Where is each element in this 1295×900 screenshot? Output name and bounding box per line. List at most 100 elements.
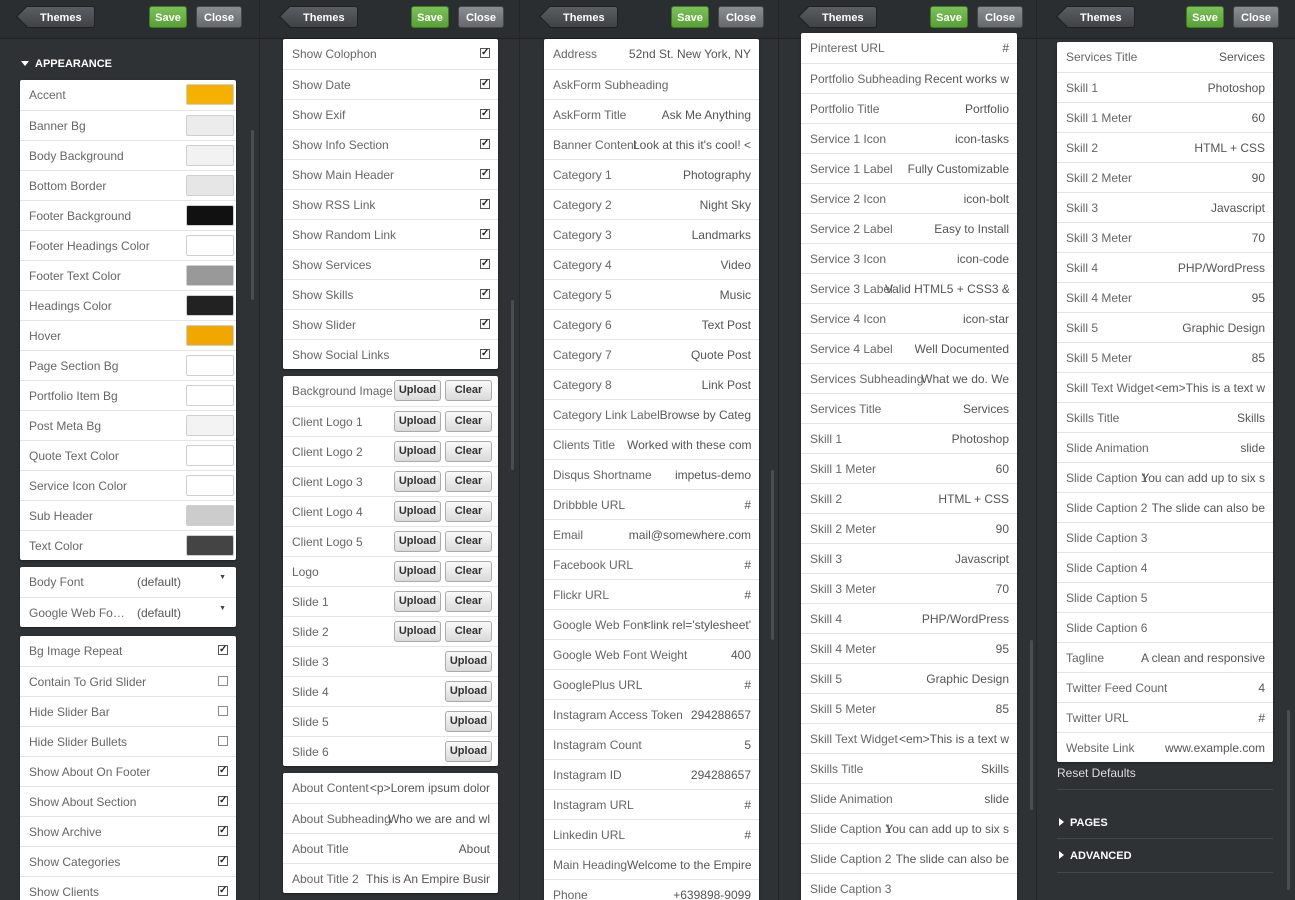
setting-row-about-content[interactable]: About Content <p>Lorem ipsum dolor <box>283 773 498 803</box>
text-value-input[interactable]: 294288657 <box>691 760 751 790</box>
setting-row-slide-animation[interactable]: Slide Animation slide <box>1057 432 1273 462</box>
checkbox[interactable]: ✓ <box>218 886 228 896</box>
setting-row-logo[interactable]: Logo Upload Clear <box>283 556 498 586</box>
color-swatch[interactable] <box>186 265 234 286</box>
setting-row-service-icon-color[interactable]: Service Icon Color <box>20 470 236 500</box>
setting-row-skills-title[interactable]: Skills Title Skills <box>801 753 1017 783</box>
setting-row-client-logo-5[interactable]: Client Logo 5 Upload Clear <box>283 526 498 556</box>
font-select[interactable]: (default) <box>137 598 181 627</box>
checkbox[interactable]: ✓ <box>218 766 228 776</box>
checkbox[interactable]: ✓ <box>480 79 490 89</box>
text-value-input[interactable]: <link rel='stylesheet' <box>644 610 751 640</box>
color-swatch[interactable] <box>186 445 234 466</box>
setting-row-slide-caption-3[interactable]: Slide Caption 3 <box>1057 522 1273 552</box>
setting-row-show-random-link[interactable]: Show Random Link ✓ <box>283 219 498 249</box>
setting-row-client-logo-1[interactable]: Client Logo 1 Upload Clear <box>283 406 498 436</box>
text-value-input[interactable]: Easy to Install <box>934 214 1009 244</box>
text-value-input[interactable]: # <box>744 490 751 520</box>
font-select[interactable]: (default) <box>137 567 181 597</box>
text-value-input[interactable]: The slide can also be <box>1152 493 1265 523</box>
setting-row-main-heading[interactable]: Main Heading Welcome to the Empire <box>544 849 759 879</box>
setting-row-google-web-fo[interactable]: Google Web Fo… (default) ▼ <box>20 597 236 627</box>
setting-row-category-6[interactable]: Category 6 Text Post <box>544 309 759 339</box>
setting-row-show-services[interactable]: Show Services ✓ <box>283 249 498 279</box>
setting-row-instagram-count[interactable]: Instagram Count 5 <box>544 729 759 759</box>
setting-row-service-2-icon[interactable]: Service 2 Icon icon-bolt <box>801 183 1017 213</box>
text-value-input[interactable]: Look at this it's cool! < <box>633 130 751 160</box>
setting-row-skill-1[interactable]: Skill 1 Photoshop <box>1057 72 1273 102</box>
close-button[interactable]: Close <box>196 6 242 28</box>
setting-row-hover[interactable]: Hover <box>20 320 236 350</box>
themes-back-button[interactable]: Themes <box>807 6 877 28</box>
setting-row-disqus-shortname[interactable]: Disqus Shortname impetus-demo <box>544 459 759 489</box>
scrollbar[interactable] <box>1030 640 1033 810</box>
setting-row-show-archive[interactable]: Show Archive ✓ <box>20 816 236 846</box>
text-value-input[interactable]: Graphic Design <box>926 664 1009 694</box>
checkbox[interactable]: ✓ <box>218 826 228 836</box>
setting-row-service-3-label[interactable]: Service 3 Label Valid HTML5 + CSS3 & <box>801 273 1017 303</box>
upload-button[interactable]: Upload <box>394 591 441 612</box>
text-value-input[interactable]: Well Documented <box>915 334 1010 364</box>
setting-row-portfolio-subheading[interactable]: Portfolio Subheading Recent works w <box>801 63 1017 93</box>
setting-row-footer-text-color[interactable]: Footer Text Color <box>20 260 236 290</box>
checkbox[interactable]: ✓ <box>480 319 490 329</box>
checkbox[interactable] <box>218 736 228 746</box>
text-value-input[interactable]: You can add up to six s <box>1141 463 1265 493</box>
setting-row-text-color[interactable]: Text Color <box>20 530 236 560</box>
text-value-input[interactable]: Skills <box>1237 403 1265 433</box>
text-value-input[interactable]: Recent works w <box>924 64 1009 94</box>
setting-row-client-logo-2[interactable]: Client Logo 2 Upload Clear <box>283 436 498 466</box>
clear-button[interactable]: Clear <box>445 441 492 462</box>
setting-row-email[interactable]: Email mail@somewhere.com <box>544 519 759 549</box>
setting-row-skill-1[interactable]: Skill 1 Photoshop <box>801 423 1017 453</box>
checkbox[interactable]: ✓ <box>218 856 228 866</box>
text-value-input[interactable]: icon-code <box>957 244 1009 274</box>
color-swatch[interactable] <box>186 295 234 316</box>
setting-row-category-7[interactable]: Category 7 Quote Post <box>544 339 759 369</box>
text-value-input[interactable]: Graphic Design <box>1182 313 1265 343</box>
checkbox[interactable] <box>218 676 228 686</box>
setting-row-service-1-icon[interactable]: Service 1 Icon icon-tasks <box>801 123 1017 153</box>
text-value-input[interactable]: # <box>744 670 751 700</box>
scrollbar[interactable] <box>251 130 254 300</box>
themes-back-button[interactable]: Themes <box>25 6 95 28</box>
setting-row-slide-caption-3[interactable]: Slide Caption 3 <box>801 873 1017 900</box>
setting-row-show-date[interactable]: Show Date ✓ <box>283 69 498 99</box>
setting-row-skill-3[interactable]: Skill 3 Javascript <box>801 543 1017 573</box>
text-value-input[interactable]: Music <box>720 280 751 310</box>
text-value-input[interactable]: Quote Post <box>691 340 751 370</box>
setting-row-category-4[interactable]: Category 4 Video <box>544 249 759 279</box>
setting-row-show-colophon[interactable]: Show Colophon ✓ <box>283 39 498 69</box>
setting-row-instagram-url[interactable]: Instagram URL # <box>544 789 759 819</box>
themes-back-button[interactable]: Themes <box>288 6 358 28</box>
text-value-input[interactable]: A clean and responsive <sp <box>1141 643 1265 673</box>
text-value-input[interactable]: icon-bolt <box>964 184 1009 214</box>
text-value-input[interactable]: Text Post <box>702 310 751 340</box>
setting-row-skill-1-meter[interactable]: Skill 1 Meter 60 <box>1057 102 1273 132</box>
text-value-input[interactable]: 60 <box>1252 103 1265 133</box>
checkbox[interactable]: ✓ <box>480 229 490 239</box>
setting-row-linkedin-url[interactable]: Linkedin URL # <box>544 819 759 849</box>
setting-row-askform-title[interactable]: AskForm Title Ask Me Anything <box>544 99 759 129</box>
setting-row-hide-slider-bullets[interactable]: Hide Slider Bullets <box>20 726 236 756</box>
text-value-input[interactable]: 60 <box>996 454 1009 484</box>
text-value-input[interactable]: <p>Lorem ipsum dolor <box>370 773 490 803</box>
upload-button[interactable]: Upload <box>445 711 492 732</box>
text-value-input[interactable]: Who we are and wl <box>388 804 490 834</box>
upload-button[interactable]: Upload <box>394 561 441 582</box>
text-value-input[interactable]: # <box>1002 33 1009 63</box>
setting-row-category-8[interactable]: Category 8 Link Post <box>544 369 759 399</box>
text-value-input[interactable]: PHP/WordPress <box>922 604 1009 634</box>
themes-back-button[interactable]: Themes <box>548 6 618 28</box>
text-value-input[interactable]: # <box>744 580 751 610</box>
reset-defaults-link[interactable]: Reset Defaults <box>1057 766 1136 780</box>
setting-row-show-categories[interactable]: Show Categories ✓ <box>20 846 236 876</box>
color-swatch[interactable] <box>186 325 234 346</box>
setting-row-skill-2[interactable]: Skill 2 HTML + CSS <box>1057 132 1273 162</box>
setting-row-instagram-id[interactable]: Instagram ID 294288657 <box>544 759 759 789</box>
text-value-input[interactable]: # <box>744 820 751 850</box>
text-value-input[interactable]: 400 <box>731 640 751 670</box>
text-value-input[interactable]: What we do. We <box>921 364 1009 394</box>
color-swatch[interactable] <box>186 115 234 136</box>
setting-row-service-4-label[interactable]: Service 4 Label Well Documented <box>801 333 1017 363</box>
